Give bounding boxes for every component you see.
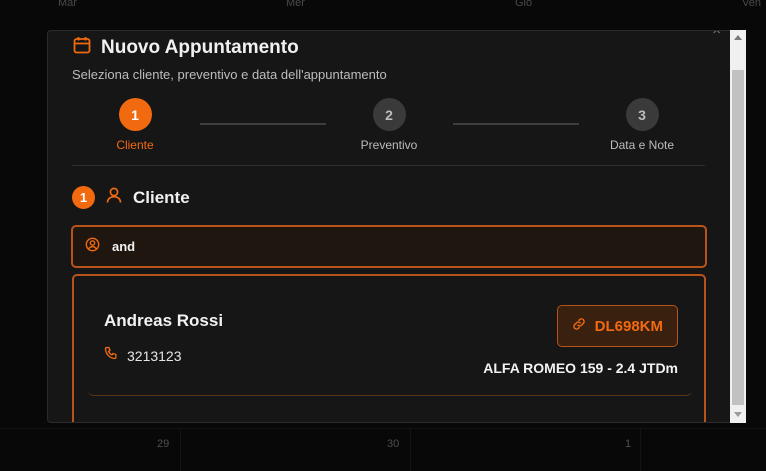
step-cliente[interactable]: 1 Cliente [80, 98, 190, 152]
phone-icon [104, 346, 118, 365]
step-data-note[interactable]: 3 Data e Note [587, 98, 697, 152]
client-search-field[interactable] [71, 225, 707, 268]
close-icon[interactable]: × [712, 31, 721, 39]
stepper-connector [453, 123, 579, 125]
section-header-cliente: 1 Cliente [72, 186, 190, 209]
dialog-title: Nuovo Appuntamento [101, 36, 299, 58]
client-results-list: Andreas Rossi 3213123 DL698KM ALFA ROMEO… [72, 274, 706, 422]
calendar-date-1[interactable]: 1 [625, 438, 631, 450]
calendar-grid-line [410, 428, 411, 471]
section-title: Cliente [133, 187, 190, 207]
section-number-badge: 1 [72, 186, 95, 209]
calendar-day-fri: Ven [742, 0, 761, 9]
step-number: 3 [625, 98, 659, 131]
scroll-down-icon[interactable] [734, 412, 742, 417]
vehicle-model: ALFA ROMEO 159 - 2.4 JTDm [483, 360, 678, 376]
dialog-header: Nuovo Appuntamento [72, 35, 299, 60]
dialog-scrollbar[interactable] [730, 30, 746, 423]
divider [72, 165, 705, 166]
calendar-header: Mar Mer Gio Ven [0, 0, 766, 12]
client-result-card[interactable]: Andreas Rossi 3213123 DL698KM ALFA ROMEO… [88, 276, 692, 396]
client-name: Andreas Rossi [104, 311, 224, 330]
step-preventivo[interactable]: 2 Preventivo [334, 98, 444, 152]
user-icon [105, 186, 123, 209]
step-label: Cliente [116, 138, 154, 152]
stepper-connector [200, 123, 326, 125]
calendar-day-wed: Mer [286, 0, 305, 9]
client-phone: 3213123 [127, 347, 182, 364]
step-label: Preventivo [360, 138, 418, 152]
step-number: 2 [372, 98, 406, 131]
dialog-subtitle: Seleziona cliente, preventivo e data del… [72, 67, 387, 82]
calendar-grid-line [180, 428, 181, 471]
scroll-thumb[interactable] [732, 70, 744, 405]
step-number: 1 [118, 98, 152, 131]
step-label: Data e Note [609, 138, 675, 152]
scroll-up-icon[interactable] [734, 35, 742, 40]
vehicle-plate: DL698KM [594, 317, 663, 335]
vehicle-plate-badge[interactable]: DL698KM [556, 305, 678, 347]
calendar-day-tue: Mar [58, 0, 77, 9]
link-icon [572, 317, 586, 336]
calendar-day-thu: Gio [515, 0, 533, 9]
client-search-input[interactable] [112, 239, 672, 254]
calendar-date-30[interactable]: 30 [387, 438, 399, 450]
calendar-date-29[interactable]: 29 [157, 438, 169, 450]
calendar-icon [72, 35, 92, 60]
client-phone-row: 3213123 [104, 346, 182, 365]
calendar-grid-line [0, 428, 766, 429]
calendar-grid-line [640, 428, 641, 471]
user-circle-icon [85, 237, 100, 257]
new-appointment-dialog: × Nuovo Appuntamento Seleziona cliente, … [47, 30, 746, 423]
